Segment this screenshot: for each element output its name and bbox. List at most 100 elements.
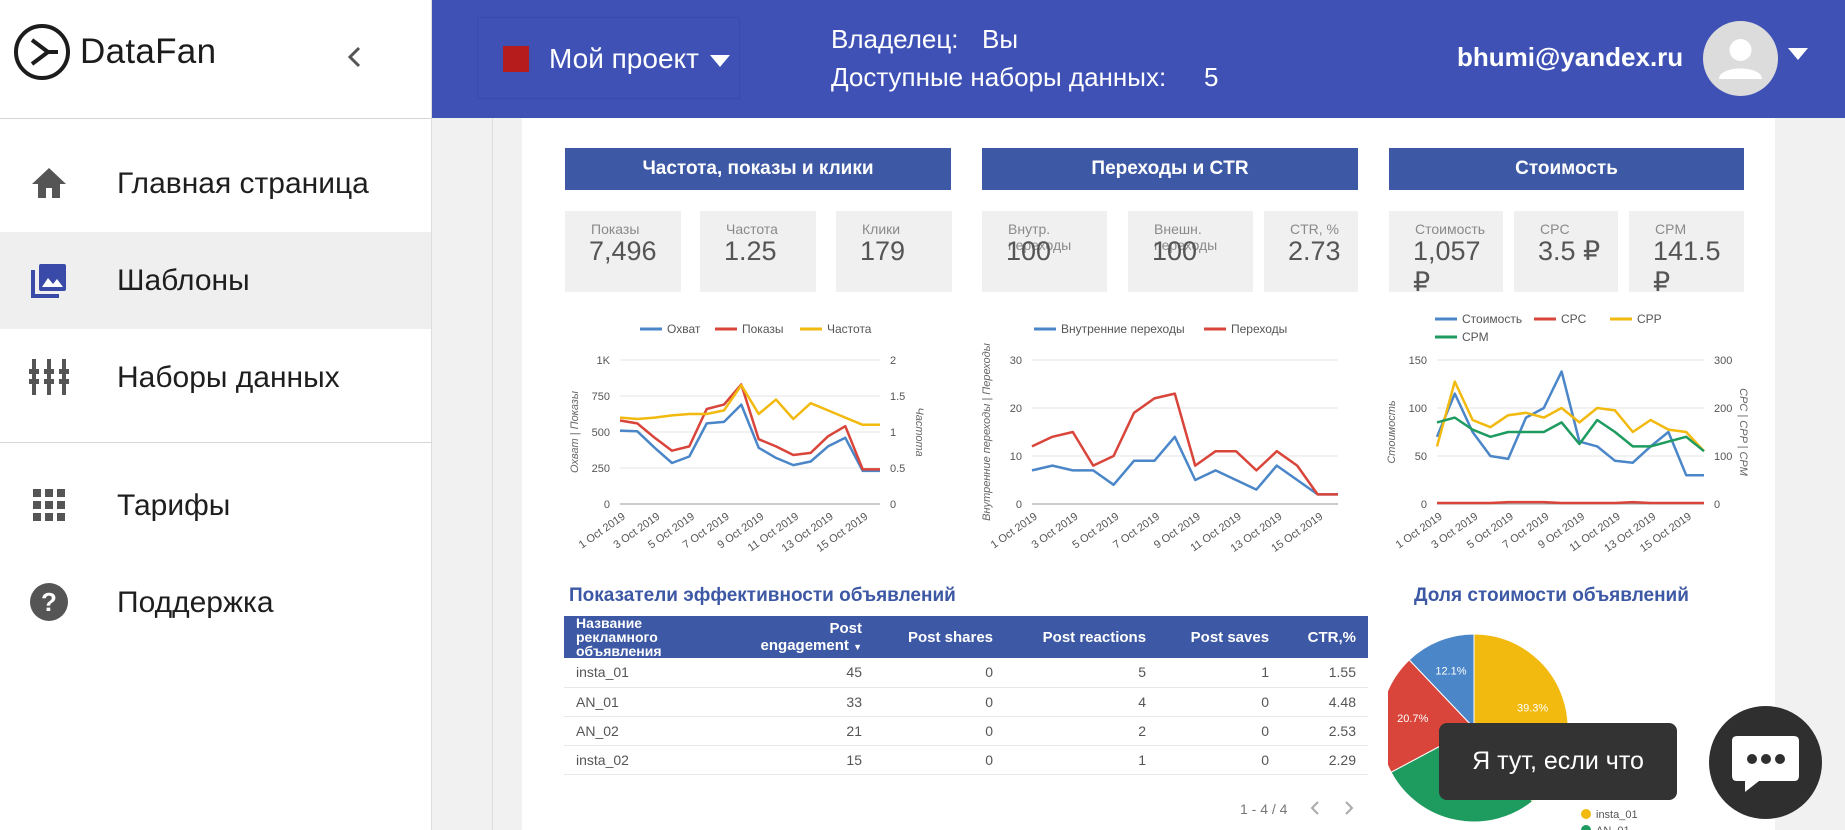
table-cell: 15	[734, 745, 874, 775]
legend-label: Переходы	[1231, 322, 1287, 336]
y-tick-label: 0	[604, 499, 610, 511]
table-cell: 5	[1005, 658, 1159, 688]
y-tick-label: 100	[1409, 403, 1427, 415]
divider	[492, 118, 493, 830]
app-logo[interactable]: DataFan	[12, 22, 216, 82]
owner-label: Владелец:	[831, 24, 959, 54]
kpi-card: Частота 1.25	[700, 211, 816, 292]
table-title: Показатели эффективности объявлений	[569, 585, 956, 606]
y-tick-label: 30	[1010, 355, 1022, 367]
legend-label: CPC	[1561, 313, 1587, 326]
kpi-value: 7,496	[589, 236, 657, 266]
legend-swatch	[1581, 825, 1591, 830]
y2-axis-label: CPC | CPP | CPM	[1737, 388, 1749, 477]
sidebar-item-label: Тарифы	[117, 488, 231, 522]
y2-tick-label: 200	[1714, 403, 1732, 415]
chart-cost: 0 50 100 150 0 100 200 300 Стоимость CPC | CPP | …	[1386, 313, 1749, 555]
kpi-label: CPM	[1655, 221, 1687, 237]
project-selector[interactable]: Мой проект	[477, 17, 740, 99]
column-header-sorted[interactable]: Post engagement ▼	[734, 616, 874, 658]
account-menu-chevron-icon[interactable]	[1788, 48, 1808, 60]
table-cell: 0	[1158, 745, 1282, 775]
table-row[interactable]: AN_01 33 0 4 0 4.48	[564, 687, 1368, 717]
kpi-label: Стоимость	[1415, 221, 1486, 237]
kpi-value: 1,057 ₽	[1413, 236, 1481, 297]
table-cell: 2.29	[1281, 745, 1368, 775]
sidebar-item-tariffs[interactable]: Тарифы	[0, 457, 431, 554]
sidebar-item-home[interactable]: Главная страница	[0, 135, 431, 232]
datasets-icon	[29, 359, 69, 395]
legend-label: Частота	[827, 322, 872, 336]
column-header[interactable]: CTR,%	[1281, 616, 1368, 658]
column-header[interactable]: Post reactions	[1005, 616, 1159, 658]
sidebar-item-label: Шаблоны	[117, 263, 250, 297]
y-tick-label: 150	[1409, 355, 1427, 367]
kpi-card: Клики 179	[836, 211, 952, 292]
kpi-card: CTR, % 2.73	[1264, 211, 1358, 292]
legend-label: AN_01	[1596, 825, 1630, 830]
kpi-label: CPC	[1540, 221, 1570, 237]
kpi-value: 100	[1006, 236, 1052, 266]
legend-label: Стоимость	[1462, 313, 1522, 326]
kpi-value: 3.5 ₽	[1538, 236, 1601, 266]
y2-tick-label: 0.5	[890, 463, 905, 475]
datasets-count: 5	[1204, 62, 1219, 92]
kpi-card: Стоимость 1,057 ₽	[1389, 211, 1503, 297]
y-tick-label: 50	[1415, 451, 1427, 463]
table-cell: 0	[874, 687, 1006, 717]
legend-label: insta_01	[1596, 809, 1638, 821]
legend-label: Показы	[742, 322, 783, 336]
avatar[interactable]	[1703, 21, 1778, 96]
column-header[interactable]: Post shares	[874, 616, 1006, 658]
sidebar-item-support[interactable]: ? Поддержка	[0, 554, 431, 651]
series-line-Внутренние переходы	[1031, 435, 1338, 496]
table-cell: 45	[734, 658, 874, 688]
table-cell: 33	[734, 687, 874, 717]
table-cell: 0	[1158, 687, 1282, 717]
divider	[0, 118, 432, 119]
kpi-card: Внешн. переходы 100	[1128, 211, 1253, 292]
table-row[interactable]: AN_02 21 0 2 0 2.53	[564, 716, 1368, 746]
table-cell: insta_02	[564, 745, 734, 775]
y2-tick-label: 2	[890, 355, 896, 367]
sidebar-item-label: Поддержка	[117, 585, 274, 619]
collapse-sidebar-icon[interactable]	[338, 40, 372, 74]
chat-button[interactable]	[1709, 706, 1822, 819]
templates-icon	[31, 264, 66, 298]
y-tick-label: 250	[592, 463, 610, 475]
y2-tick-label: 0	[890, 499, 896, 511]
kpi-value: 141.5 ₽	[1653, 236, 1721, 297]
sidebar-item-datasets[interactable]: Наборы данных	[0, 329, 431, 426]
prev-page-icon[interactable]	[1308, 799, 1322, 817]
series-line-Стоимость	[1435, 370, 1704, 477]
column-header[interactable]: Название рекламного объявления	[564, 616, 734, 658]
table-header-row: Название рекламного объявления Post enga…	[564, 616, 1368, 658]
pie-title: Доля стоимости объявлений	[1414, 585, 1689, 606]
chat-icon	[1732, 736, 1799, 792]
next-page-icon[interactable]	[1342, 799, 1356, 817]
home-icon	[32, 168, 66, 198]
column-header[interactable]: Post saves	[1158, 616, 1282, 658]
datasets-label: Доступные наборы данных:	[831, 62, 1167, 92]
table-cell: insta_01	[564, 658, 734, 688]
table-row[interactable]: insta_01 45 0 5 1 1.55	[564, 658, 1368, 688]
kpi-label: Показы	[591, 221, 640, 237]
y-tick-label: 0	[1016, 499, 1022, 511]
kpi-label: Частота	[726, 221, 778, 237]
table-cell: AN_01	[564, 687, 734, 717]
pie-slice-label: 12.1%	[1435, 665, 1466, 677]
kpi-value: 2.73	[1288, 236, 1341, 266]
table-cell: 2	[1005, 716, 1159, 746]
chart-clicks: 0102030Внутренние переходы | Переходы1 O…	[981, 322, 1338, 555]
section-header-cost: Стоимость	[1389, 148, 1744, 190]
sidebar-item-templates[interactable]: Шаблоны	[0, 232, 431, 329]
y2-tick-label: 0	[1714, 499, 1720, 511]
legend-label: CPP	[1637, 313, 1662, 326]
table-row[interactable]: insta_02 15 0 1 0 2.29	[564, 745, 1368, 775]
project-color-swatch	[503, 46, 529, 72]
pagination-label: 1 - 4 / 4	[1240, 801, 1288, 817]
pie-slice-label: 20.7%	[1397, 713, 1428, 725]
y-tick-label: 0	[1421, 499, 1427, 511]
kpi-card: Внутр. переходы 100	[982, 211, 1107, 292]
table-cell: 0	[874, 716, 1006, 746]
